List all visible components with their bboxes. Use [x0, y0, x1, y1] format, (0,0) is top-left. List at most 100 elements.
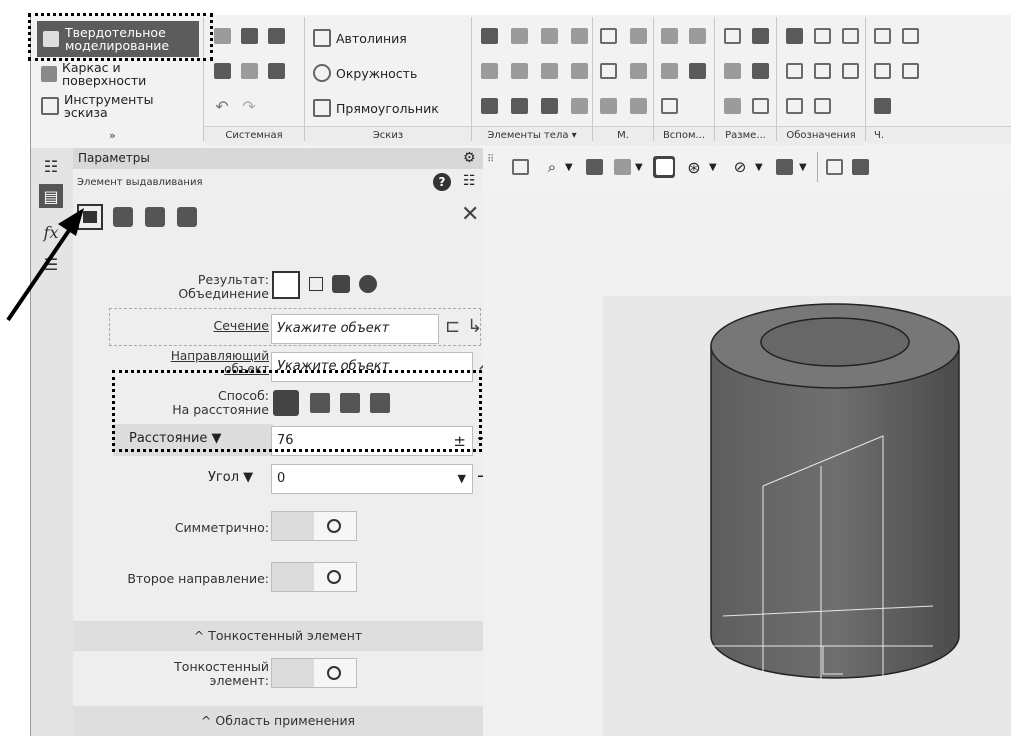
cut-loft-icon[interactable] — [538, 60, 560, 82]
dimension-icon[interactable] — [721, 25, 743, 47]
rotate-tool-icon[interactable] — [508, 25, 530, 47]
datum-icon[interactable] — [811, 25, 833, 47]
model-scene[interactable] — [603, 296, 1011, 736]
union-option-icon[interactable] — [272, 271, 300, 299]
chevron-down-icon[interactable]: ▼ — [755, 162, 763, 173]
save-as-icon[interactable] — [265, 60, 287, 82]
measure-icon[interactable] — [749, 25, 771, 47]
new-icon[interactable] — [211, 25, 233, 47]
cut-rotate-icon[interactable] — [508, 60, 530, 82]
intersect-option-icon[interactable] — [359, 275, 377, 293]
point-icon[interactable] — [597, 25, 619, 47]
leader-icon[interactable] — [783, 60, 805, 82]
section-input[interactable]: Укажите объект — [271, 314, 439, 344]
loft-tool-icon[interactable] — [538, 25, 560, 47]
cut-kinematic-icon[interactable] — [568, 60, 590, 82]
symmetric-toggle[interactable] — [271, 511, 357, 541]
sketch-view-icon[interactable] — [509, 156, 531, 178]
mirror-icon[interactable] — [597, 60, 619, 82]
attr-icon[interactable] — [899, 60, 921, 82]
hole-icon[interactable] — [627, 95, 649, 117]
pan-icon[interactable] — [583, 156, 605, 178]
section-view-icon[interactable] — [773, 156, 795, 178]
chevron-down-icon[interactable]: ▼ — [799, 162, 807, 173]
mark-icon[interactable] — [839, 60, 861, 82]
thinwall-section-header[interactable]: ^ Тонкостенный элемент — [73, 621, 483, 651]
thread-icon[interactable] — [597, 95, 619, 117]
circle-button[interactable]: Окружность — [313, 64, 417, 82]
save-icon[interactable] — [265, 25, 287, 47]
tree-view-icon[interactable]: ☷ — [463, 173, 476, 189]
sketch-tools-icon — [41, 97, 59, 115]
hide-icon[interactable]: ⊘ — [729, 156, 751, 178]
rotate-view-icon[interactable] — [611, 156, 633, 178]
array-icon[interactable] — [627, 25, 649, 47]
pattern-icon[interactable] — [627, 60, 649, 82]
ribbon-expand-icon[interactable]: » — [109, 129, 116, 142]
cut-extrude-icon[interactable] — [478, 60, 500, 82]
thinwall-toggle[interactable] — [271, 658, 357, 688]
second-direction-toggle[interactable] — [271, 562, 357, 592]
radial-dim-icon[interactable] — [721, 60, 743, 82]
linear-dim-icon[interactable] — [749, 95, 771, 117]
spec-icon[interactable] — [871, 25, 893, 47]
3d-viewport[interactable]: ⠿ ⌕ ▼ ▼ ⊛ ▼ ⊘ ▼ ▼ — [483, 148, 1011, 736]
diam-dim-icon[interactable] — [749, 60, 771, 82]
redo-icon[interactable]: ↷ — [238, 95, 260, 117]
tolerance-icon[interactable] — [839, 25, 861, 47]
csys-icon[interactable] — [686, 60, 708, 82]
offset-plane-icon[interactable] — [658, 60, 680, 82]
text-icon[interactable] — [783, 95, 805, 117]
kinematic-icon[interactable] — [177, 207, 197, 227]
snap-icon[interactable] — [823, 156, 845, 178]
axis-icon[interactable] — [686, 25, 708, 47]
new-body-option-icon[interactable] — [309, 277, 323, 291]
rotate-icon[interactable] — [113, 207, 133, 227]
chevron-down-icon[interactable]: ▼ — [458, 465, 466, 493]
tree-icon[interactable]: ☷ — [39, 154, 63, 178]
fillet-icon[interactable] — [478, 95, 500, 117]
layer-icon[interactable] — [871, 60, 893, 82]
cylinder-model[interactable] — [603, 296, 1011, 736]
weld-icon[interactable] — [811, 95, 833, 117]
sketch-select-icon[interactable]: ↳ — [467, 316, 482, 337]
rectangle-button[interactable]: Прямоугольник — [313, 99, 439, 117]
lofted-icon[interactable] — [145, 207, 165, 227]
undo-icon[interactable]: ↶ — [211, 95, 233, 117]
chevron-down-icon[interactable]: ▼ — [565, 162, 573, 173]
autoline-button[interactable]: Автолиния — [313, 29, 407, 47]
chevron-down-icon[interactable]: ▼ — [635, 162, 643, 173]
zoom-icon[interactable]: ⌕ — [541, 156, 563, 178]
material-icon[interactable] — [871, 95, 893, 117]
rib-icon[interactable] — [568, 95, 590, 117]
shell-icon[interactable] — [538, 95, 560, 117]
roughness-icon[interactable] — [783, 25, 805, 47]
extrude-tool-icon[interactable] — [478, 25, 500, 47]
aux-line-icon[interactable] — [658, 95, 680, 117]
angle-dim-icon[interactable] — [721, 95, 743, 117]
help-icon[interactable]: ? — [433, 173, 451, 191]
shaded-view-icon[interactable] — [653, 156, 675, 178]
section-select-icon[interactable]: ⊏ — [445, 316, 460, 337]
plane-icon[interactable] — [658, 25, 680, 47]
base-icon[interactable] — [811, 60, 833, 82]
ribbon-item-label: Инструменты эскиза — [64, 92, 154, 120]
chevron-down-icon[interactable]: ▼ — [709, 162, 717, 173]
preview-icon[interactable] — [238, 60, 260, 82]
angle-input[interactable]: 0 ▼ — [271, 464, 473, 494]
orient-icon[interactable] — [849, 156, 871, 178]
print-icon[interactable] — [211, 60, 233, 82]
ribbon-item-wireframe[interactable]: Каркас и поверхности — [41, 61, 201, 87]
open-icon[interactable] — [238, 25, 260, 47]
angle-label[interactable]: Угол ▼ — [208, 470, 253, 485]
kinematic-tool-icon[interactable] — [568, 25, 590, 47]
subtract-option-icon[interactable] — [332, 275, 350, 293]
close-icon[interactable]: ✕ — [461, 202, 479, 227]
gear-icon[interactable]: ⚙ — [463, 150, 476, 166]
wireframe-view-icon[interactable]: ⊛ — [683, 156, 705, 178]
scope-section-header[interactable]: ^ Область применения — [73, 706, 483, 736]
section-label[interactable]: Сечение — [173, 318, 269, 333]
ribbon-item-sketch-tools[interactable]: Инструменты эскиза — [41, 93, 201, 119]
table-icon[interactable] — [899, 25, 921, 47]
chamfer-icon[interactable] — [508, 95, 530, 117]
